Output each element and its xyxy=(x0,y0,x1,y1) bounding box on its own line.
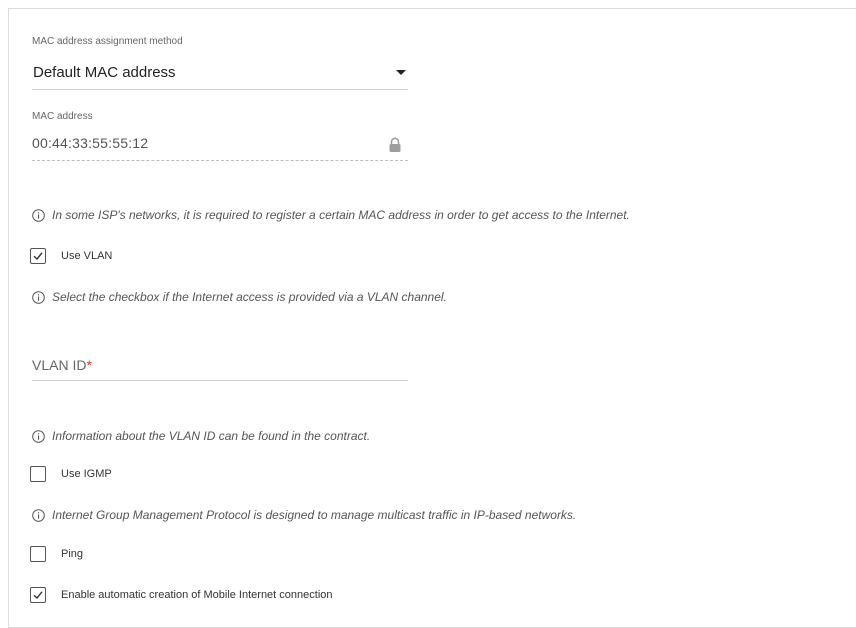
ping-checkbox-row[interactable]: Ping xyxy=(30,546,83,562)
info-circle-icon xyxy=(32,429,45,443)
use-igmp-checkbox-row[interactable]: Use IGMP xyxy=(30,466,112,482)
lock-icon xyxy=(389,137,401,152)
required-mark: * xyxy=(86,357,92,373)
igmp-hint: Internet Group Management Protocol is de… xyxy=(32,508,576,522)
mac-address-input: 00:44:33:55:55:12 xyxy=(32,131,408,161)
settings-panel xyxy=(8,8,856,628)
mac-hint-text: In some ISP's networks, it is required t… xyxy=(52,208,630,222)
use-vlan-checkbox-row[interactable]: Use VLAN xyxy=(30,248,112,264)
use-igmp-checkbox[interactable] xyxy=(30,466,46,482)
mac-address-label: MAC address xyxy=(32,111,93,122)
caret-down-icon xyxy=(396,70,406,75)
use-vlan-checkbox[interactable] xyxy=(30,248,46,264)
info-circle-icon xyxy=(32,290,45,304)
vlan-id-hint-text: Information about the VLAN ID can be fou… xyxy=(52,429,371,443)
vlan-hint-text: Select the checkbox if the Internet acce… xyxy=(52,290,447,304)
ping-checkbox[interactable] xyxy=(30,546,46,562)
info-circle-icon xyxy=(32,508,45,522)
use-vlan-label: Use VLAN xyxy=(61,250,113,262)
vlan-hint: Select the checkbox if the Internet acce… xyxy=(32,290,447,304)
igmp-hint-text: Internet Group Management Protocol is de… xyxy=(52,508,577,522)
vlan-id-placeholder: VLAN ID* xyxy=(32,357,92,373)
vlan-id-input[interactable]: VLAN ID* xyxy=(32,351,408,381)
mac-address-value: 00:44:33:55:55:12 xyxy=(32,135,149,151)
mobile-auto-checkbox-row[interactable]: Enable automatic creation of Mobile Inte… xyxy=(30,587,333,603)
vlan-id-hint: Information about the VLAN ID can be fou… xyxy=(32,429,370,443)
mobile-auto-label: Enable automatic creation of Mobile Inte… xyxy=(61,589,333,601)
mac-method-select[interactable]: Default MAC address xyxy=(32,60,408,90)
info-circle-icon xyxy=(32,208,45,222)
mac-method-label: MAC address assignment method xyxy=(32,36,183,47)
checkmark-icon xyxy=(33,591,43,600)
ping-label: Ping xyxy=(61,548,84,560)
use-igmp-label: Use IGMP xyxy=(61,468,112,480)
mac-method-field: MAC address assignment method Default MA… xyxy=(32,36,408,90)
mac-method-value: Default MAC address xyxy=(33,64,176,81)
mobile-auto-checkbox[interactable] xyxy=(30,587,46,603)
mac-address-field: MAC address 00:44:33:55:55:12 xyxy=(32,111,408,161)
mac-hint: In some ISP's networks, it is required t… xyxy=(32,208,630,222)
checkmark-icon xyxy=(33,252,43,261)
